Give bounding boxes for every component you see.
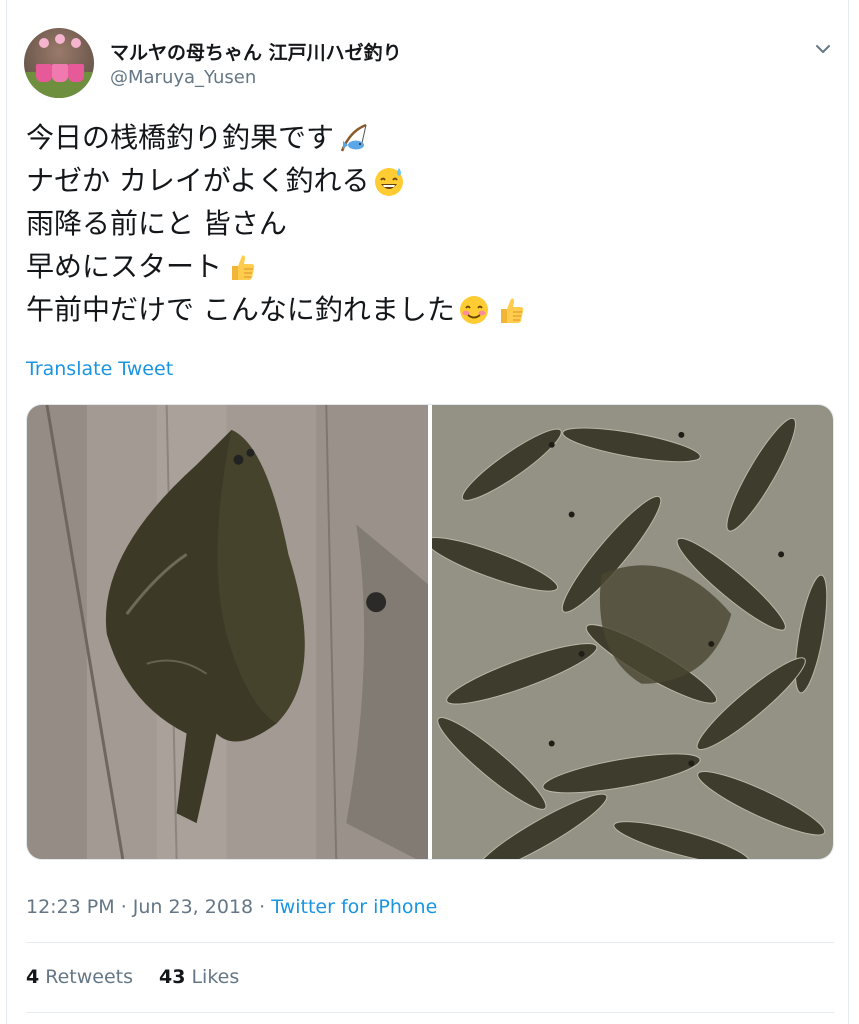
goby-bucket-photo[interactable]	[432, 405, 833, 859]
retweets-stat[interactable]: 4 Retweets	[26, 966, 133, 988]
divider	[26, 942, 834, 943]
user-handle[interactable]: @Maruya_Yusen	[110, 67, 256, 88]
avatar-pot	[52, 64, 68, 82]
avatar[interactable]	[24, 28, 94, 98]
tweet-line-text: 今日の桟橋釣り釣果です	[26, 121, 335, 154]
fishing-pole-emoji	[336, 121, 370, 155]
display-name[interactable]: マルヤの母ちゃん 江戸川ハゼ釣り	[110, 38, 402, 65]
flounder-image	[27, 405, 428, 859]
thumbs-up-emoji	[224, 250, 258, 284]
chevron-down-icon[interactable]	[812, 38, 834, 60]
tweet-line: 雨降る前にと 皆さん	[26, 202, 826, 245]
tweet-date[interactable]: Jun 23, 2018	[133, 896, 253, 918]
meta-separator: ·	[253, 896, 272, 918]
tweet-line: 今日の桟橋釣り釣果です	[26, 116, 826, 159]
avatar-flower	[71, 38, 81, 48]
likes-count: 43	[159, 966, 186, 988]
tweet-time[interactable]: 12:23 PM	[26, 896, 115, 918]
likes-stat[interactable]: 43 Likes	[159, 966, 239, 988]
flounder-photo[interactable]	[27, 405, 428, 859]
avatar-pot	[68, 64, 84, 82]
goby-image	[432, 405, 833, 859]
translate-tweet-link[interactable]: Translate Tweet	[26, 358, 173, 380]
retweets-count: 4	[26, 966, 40, 988]
tweet-line: ナゼか カレイがよく釣れる	[26, 159, 826, 202]
tweet-line: 午前中だけで こんなに釣れました	[26, 288, 826, 331]
tweet-line-text: 雨降る前にと 皆さん	[26, 207, 287, 240]
sweat-smile-emoji	[372, 164, 406, 198]
thumbs-up-emoji	[493, 293, 527, 327]
retweets-label: Retweets	[45, 966, 133, 988]
likes-label: Likes	[191, 966, 240, 988]
tweet-media	[26, 404, 834, 860]
avatar-pot	[36, 64, 52, 82]
tweet-line: 早めにスタート	[26, 245, 826, 288]
tweet-line-text: 早めにスタート	[26, 250, 223, 283]
tweet-line-text: 午前中だけで こんなに釣れました	[26, 293, 455, 326]
tweet-stats: 4 Retweets 43 Likes	[26, 966, 239, 988]
blush-emoji	[457, 293, 491, 327]
meta-separator: ·	[114, 896, 133, 918]
tweet-source-link[interactable]: Twitter for iPhone	[271, 896, 437, 918]
avatar-flower	[55, 34, 65, 44]
tweet-text: 今日の桟橋釣り釣果です ナゼか カレイがよく釣れる 雨降る前にと 皆さん 早めに…	[26, 116, 826, 331]
avatar-flower	[39, 38, 49, 48]
tweet-meta: 12:23 PM · Jun 23, 2018 · Twitter for iP…	[26, 896, 437, 918]
tweet-line-text: ナゼか カレイがよく釣れる	[26, 164, 370, 197]
divider	[26, 1012, 834, 1013]
